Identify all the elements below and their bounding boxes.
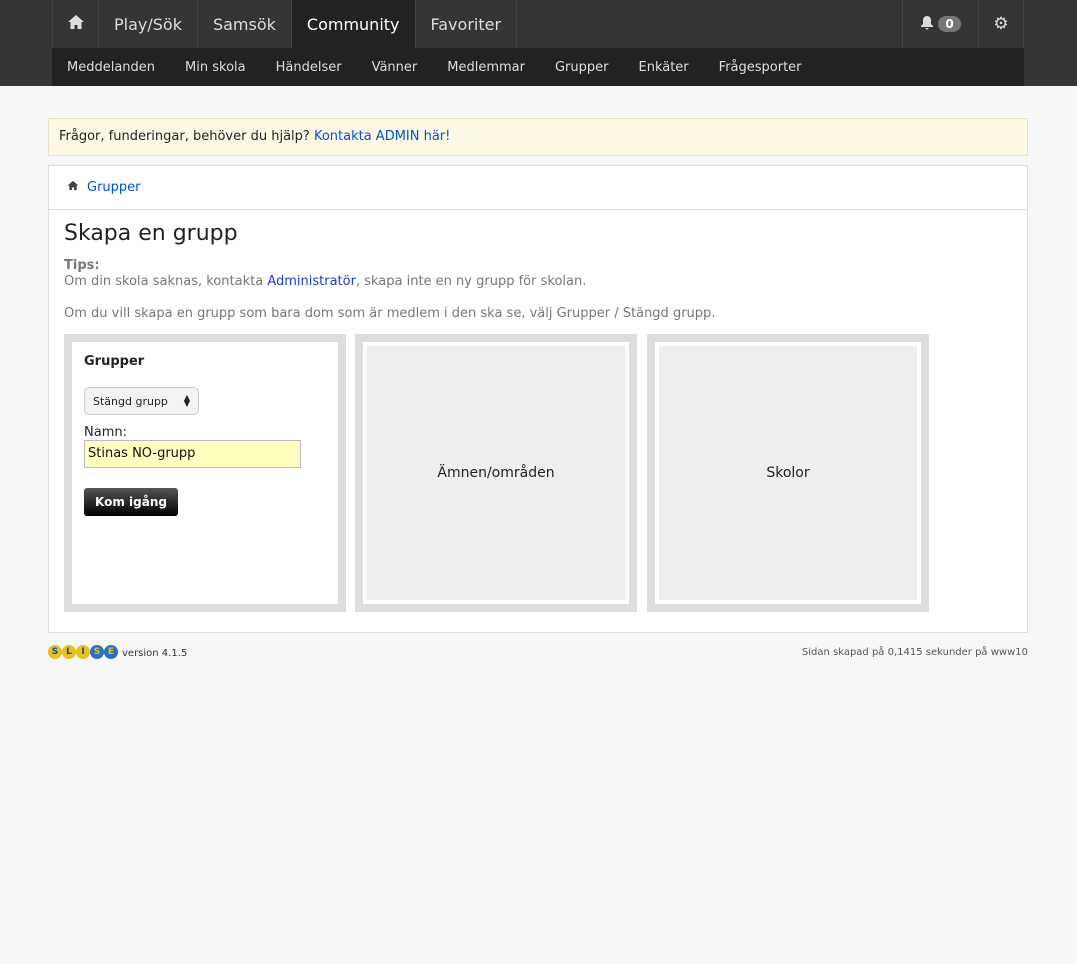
form-heading: Grupper bbox=[84, 354, 145, 369]
nav-samsok[interactable]: Samsök bbox=[198, 0, 292, 48]
group-type-select[interactable]: Stängd grupp ▲ ▼ bbox=[84, 387, 199, 415]
bell-icon bbox=[920, 15, 934, 34]
group-form-box: Grupper Stängd grupp ▲ ▼ Namn: Stinas NO-g… bbox=[64, 334, 346, 612]
main-nav: Play/Sök Samsök Community Favoriter bbox=[52, 0, 518, 48]
contact-admin-link[interactable]: Kontakta ADMIN här! bbox=[314, 129, 450, 144]
breadcrumb: Grupper bbox=[49, 166, 1027, 210]
schools-label: Skolor bbox=[655, 342, 921, 604]
tips-text-end: , skapa inte en ny grupp för skolan. bbox=[355, 274, 587, 289]
breadcrumb-grupper[interactable]: Grupper bbox=[87, 180, 141, 195]
info-text: Om du vill skapa en grupp som bara dom s… bbox=[64, 306, 716, 321]
home-icon[interactable] bbox=[67, 180, 79, 195]
notice-text: Frågor, funderingar, behöver du hjälp? bbox=[59, 129, 314, 144]
help-notice: Frågor, funderingar, behöver du hjälp? K… bbox=[48, 118, 1028, 156]
start-button[interactable]: Kom igång bbox=[84, 488, 178, 516]
subnav-medlemmar[interactable]: Medlemmar bbox=[447, 60, 525, 75]
footer-left: S L I S E version 4.1.5 bbox=[48, 642, 187, 659]
name-input[interactable]: Stinas NO-grupp bbox=[84, 440, 301, 468]
subnav-meddelanden[interactable]: Meddelanden bbox=[67, 60, 155, 75]
page-title: Skapa en grupp bbox=[64, 221, 238, 246]
gear-icon: ⚙ bbox=[993, 14, 1009, 34]
name-label: Namn: bbox=[84, 425, 127, 440]
nav-community[interactable]: Community bbox=[291, 0, 416, 48]
settings-button[interactable]: ⚙ bbox=[978, 0, 1024, 48]
home-icon bbox=[67, 14, 85, 34]
tips-text: Om din skola saknas, kontakta bbox=[64, 274, 268, 289]
slise-logo: S L I S E bbox=[48, 645, 118, 659]
sub-nav: Meddelanden Min skola Händelser Vänner M… bbox=[52, 48, 1024, 86]
subjects-label: Ämnen/områden bbox=[363, 342, 629, 604]
nav-favoriter[interactable]: Favoriter bbox=[416, 0, 518, 48]
content-panel: Grupper Skapa en grupp Tips: Om din skol… bbox=[48, 165, 1028, 633]
select-value: Stängd grupp bbox=[93, 394, 168, 408]
select-arrows-icon: ▲ ▼ bbox=[183, 393, 190, 408]
top-bar: Play/Sök Samsök Community Favoriter 0 ⚙ … bbox=[0, 0, 1077, 86]
subjects-box[interactable]: Ämnen/områden bbox=[355, 334, 637, 612]
subnav-grupper[interactable]: Grupper bbox=[555, 60, 609, 75]
subnav-min-skola[interactable]: Min skola bbox=[185, 60, 246, 75]
version: version 4.1.5 bbox=[122, 648, 188, 659]
generated-time: Sidan skapad på 0,1415 sekunder på www10 bbox=[801, 647, 1028, 658]
schools-box[interactable]: Skolor bbox=[647, 334, 929, 612]
subnav-handelser[interactable]: Händelser bbox=[276, 60, 342, 75]
tips: Tips: Om din skola saknas, kontakta Admi… bbox=[64, 258, 586, 290]
administrator-link[interactable]: Administratör bbox=[267, 274, 356, 289]
subnav-enkater[interactable]: Enkäter bbox=[638, 60, 688, 75]
nav-play-sok[interactable]: Play/Sök bbox=[99, 0, 198, 48]
home-button[interactable] bbox=[52, 0, 99, 48]
notification-count: 0 bbox=[938, 16, 961, 32]
notifications-button[interactable]: 0 bbox=[902, 0, 978, 48]
tips-label: Tips: bbox=[64, 258, 100, 273]
subnav-vanner[interactable]: Vänner bbox=[372, 60, 418, 75]
subnav-fragesporter[interactable]: Frågesporter bbox=[719, 60, 802, 75]
